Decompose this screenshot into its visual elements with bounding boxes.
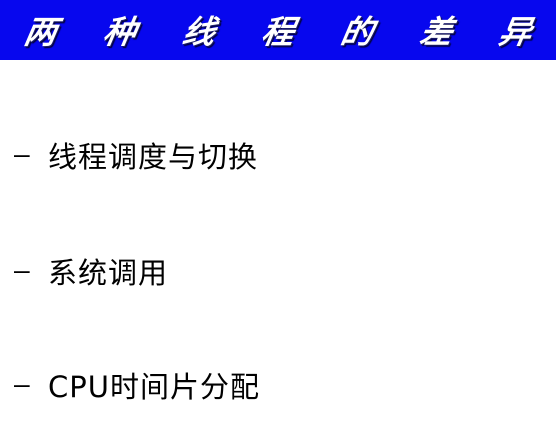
slide: 两 种 线 程 的 差 异 – 线程调度与切换 – 系统调用 – CPU时间片分… bbox=[0, 0, 556, 440]
bullet-item-system-call: – 系统调用 bbox=[14, 250, 168, 292]
bullet-text: 系统调用 bbox=[48, 256, 169, 290]
bullet-marker: – bbox=[14, 370, 30, 400]
slide-title: 两 种 线 程 的 差 异 bbox=[20, 13, 553, 51]
bullet-item-cpu-time-slice: – CPU时间片分配 bbox=[14, 364, 260, 406]
bullet-text: CPU时间片分配 bbox=[48, 370, 260, 404]
bullet-item-thread-scheduling: – 线程调度与切换 bbox=[14, 134, 258, 176]
bullet-marker: – bbox=[14, 140, 30, 170]
bullet-marker: – bbox=[14, 256, 30, 286]
bullet-text: 线程调度与切换 bbox=[48, 140, 259, 174]
title-bar: 两 种 线 程 的 差 异 bbox=[0, 0, 556, 60]
